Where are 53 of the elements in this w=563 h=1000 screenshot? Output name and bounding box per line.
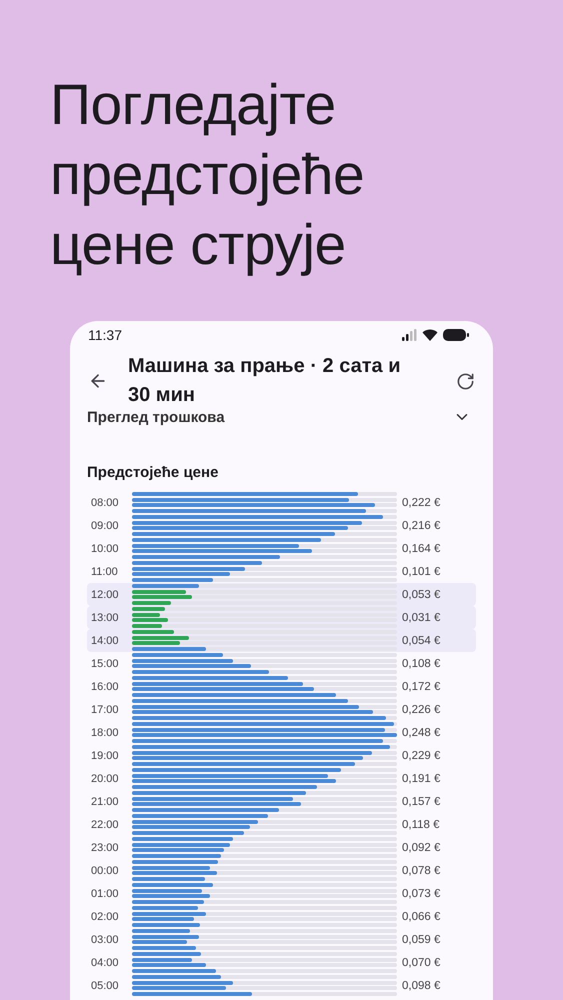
refresh-button[interactable] bbox=[456, 372, 475, 390]
price-label: 0,101 € bbox=[401, 566, 442, 578]
hour-label: 16:00 bbox=[90, 680, 120, 692]
hour-label: 09:00 bbox=[90, 520, 120, 532]
price-label: 0,059 € bbox=[401, 934, 442, 946]
cost-overview-toggle[interactable]: Преглед трошкова bbox=[70, 408, 493, 426]
price-label: 0,054 € bbox=[401, 634, 442, 646]
hour-label: 19:00 bbox=[90, 750, 120, 762]
price-label: 0,078 € bbox=[401, 864, 442, 876]
price-label: 0,248 € bbox=[401, 726, 442, 738]
price-label: 0,229 € bbox=[401, 750, 442, 762]
price-label: 0,108 € bbox=[401, 658, 442, 670]
price-label: 0,066 € bbox=[401, 910, 442, 922]
hour-label: 01:00 bbox=[90, 888, 120, 900]
hour-label: 11:00 bbox=[90, 566, 119, 578]
price-label: 0,070 € bbox=[401, 956, 442, 968]
hour-label: 02:00 bbox=[90, 910, 120, 922]
price-label: 0,118 € bbox=[401, 818, 441, 830]
wifi-icon bbox=[422, 329, 438, 341]
price-label: 0,053 € bbox=[401, 588, 442, 600]
price-label: 0,222 € bbox=[401, 496, 442, 508]
hour-label: 13:00 bbox=[90, 612, 120, 624]
hour-label: 12:00 bbox=[90, 588, 120, 600]
price-label: 0,098 € bbox=[401, 980, 442, 992]
price-label: 0,157 € bbox=[401, 796, 442, 808]
price-label: 0,191 € bbox=[401, 772, 442, 784]
price-label: 0,172 € bbox=[401, 680, 442, 692]
hour-label: 00:00 bbox=[90, 864, 120, 876]
signal-icon bbox=[402, 329, 417, 341]
section-title: Предстојеће цене bbox=[86, 463, 220, 483]
price-label: 0,164 € bbox=[401, 542, 442, 554]
screen-title: Машина за прање · 2 сата и 30 мин bbox=[128, 354, 402, 408]
hour-label: 04:00 bbox=[90, 956, 120, 968]
price-label: 0,031 € bbox=[401, 612, 442, 624]
hour-label: 18:00 bbox=[90, 726, 120, 738]
hour-label: 03:00 bbox=[90, 934, 120, 946]
hour-label: 22:00 bbox=[90, 818, 120, 830]
battery-icon bbox=[443, 329, 469, 341]
hour-label: 21:00 bbox=[90, 796, 120, 808]
hour-label: 20:00 bbox=[90, 772, 120, 784]
status-time: 11:37 bbox=[88, 327, 122, 343]
price-label: 0,073 € bbox=[401, 888, 442, 900]
hour-label: 10:00 bbox=[90, 542, 120, 554]
hour-label: 05:00 bbox=[90, 980, 120, 992]
hour-label: 14:00 bbox=[90, 634, 120, 646]
price-label: 0,216 € bbox=[401, 520, 442, 532]
hour-label: 17:00 bbox=[90, 704, 120, 716]
price-label: 0,092 € bbox=[401, 842, 442, 854]
hour-label: 23:00 bbox=[90, 842, 120, 854]
hour-label: 08:00 bbox=[90, 496, 120, 508]
hour-label: 15:00 bbox=[90, 658, 120, 670]
price-label: 0,226 € bbox=[401, 704, 442, 716]
headline: Погледајте предстојеће цене струје bbox=[49, 72, 366, 279]
